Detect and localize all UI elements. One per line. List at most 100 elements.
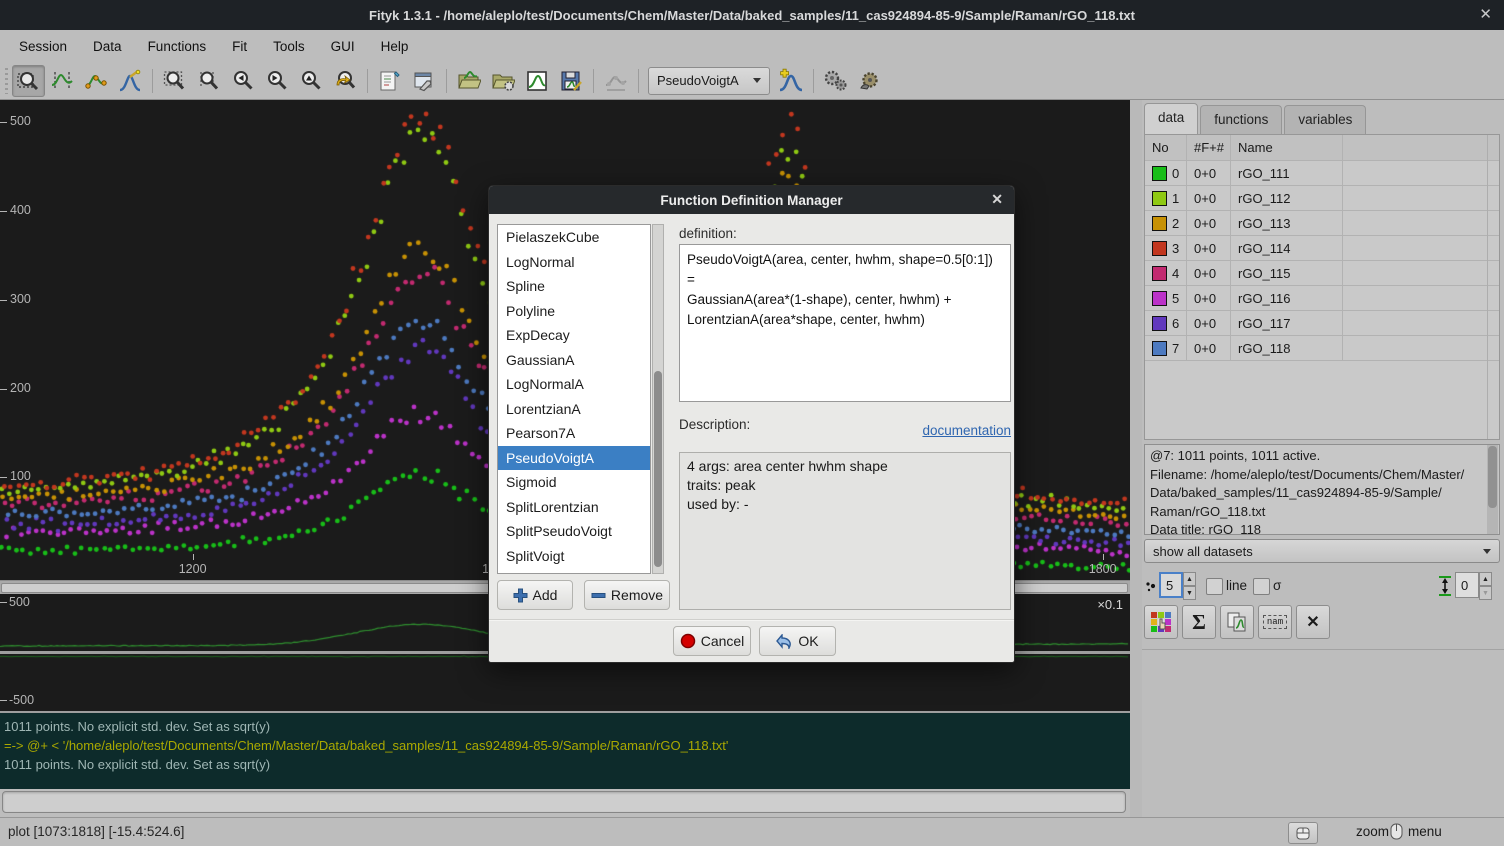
table-row[interactable]: 20+0rGO_113: [1145, 211, 1499, 236]
tab-data[interactable]: data: [1144, 103, 1198, 134]
cancel-button[interactable]: Cancel: [673, 626, 751, 656]
dataset-func-count-cell[interactable]: 0+0: [1187, 286, 1231, 310]
function-list-item[interactable]: LorentzianA: [498, 397, 650, 422]
rename-button[interactable]: nam: [1258, 605, 1292, 639]
zoom-all-button[interactable]: [159, 65, 192, 97]
dataset-no-cell[interactable]: 0: [1145, 161, 1187, 185]
table-scrollbar-gutter[interactable]: [1487, 135, 1499, 439]
spin-down-icon[interactable]: ▼: [1183, 586, 1196, 600]
delete-dataset-button[interactable]: ✕: [1296, 605, 1330, 639]
function-list-item[interactable]: ExpDecay: [498, 323, 650, 348]
tab-functions[interactable]: functions: [1200, 105, 1282, 134]
definition-textarea[interactable]: PseudoVoigtA(area, center, hwhm, shape=0…: [679, 244, 1011, 402]
open-data-button[interactable]: [453, 65, 486, 97]
table-row[interactable]: 10+0rGO_112: [1145, 186, 1499, 211]
menu-tools[interactable]: Tools: [260, 35, 318, 58]
dataset-func-count-cell[interactable]: 0+0: [1187, 211, 1231, 235]
dataset-no-cell[interactable]: 4: [1145, 261, 1187, 285]
dataset-name-cell[interactable]: rGO_111: [1231, 161, 1343, 185]
function-list-item[interactable]: GaussianA: [498, 348, 650, 373]
dataset-no-cell[interactable]: 2: [1145, 211, 1187, 235]
column-header[interactable]: Name: [1231, 135, 1343, 160]
toolbar-grip[interactable]: [5, 68, 8, 94]
window-titlebar[interactable]: Fityk 1.3.1 - /home/aleplo/test/Document…: [0, 0, 1504, 30]
dataset-color-swatch[interactable]: [1152, 291, 1167, 306]
dataset-colors-button[interactable]: [1144, 605, 1178, 639]
dataset-name-cell[interactable]: rGO_117: [1231, 311, 1343, 335]
dataset-name-cell[interactable]: rGO_116: [1231, 286, 1343, 310]
dataset-no-cell[interactable]: 6: [1145, 311, 1187, 335]
dataset-func-count-cell[interactable]: 0+0: [1187, 311, 1231, 335]
dataset-func-count-cell[interactable]: 0+0: [1187, 186, 1231, 210]
scroll-right-button[interactable]: [261, 65, 294, 97]
dataset-color-swatch[interactable]: [1152, 191, 1167, 206]
function-list-item[interactable]: Polyline: [498, 299, 650, 324]
save-image-button[interactable]: [555, 65, 588, 97]
tab-variables[interactable]: variables: [1284, 105, 1366, 134]
menu-data[interactable]: Data: [80, 35, 135, 58]
function-list-item[interactable]: LogNormalA: [498, 372, 650, 397]
dialog-close-icon[interactable]: ✕: [991, 191, 1003, 208]
column-header[interactable]: [1343, 135, 1499, 160]
dataset-no-cell[interactable]: 1: [1145, 186, 1187, 210]
dataset-color-swatch[interactable]: [1152, 316, 1167, 331]
function-list-item[interactable]: Pearson7A: [498, 421, 650, 446]
command-input[interactable]: [2, 791, 1126, 813]
menu-session[interactable]: Session: [6, 35, 80, 58]
function-list-item[interactable]: SplitPseudoVoigt: [498, 519, 650, 544]
dataset-name-cell[interactable]: rGO_112: [1231, 186, 1343, 210]
fit-continue-button[interactable]: [853, 65, 886, 97]
function-list-item[interactable]: SplitVoigt: [498, 544, 650, 569]
script-log-button[interactable]: [374, 65, 407, 97]
spin-down-icon[interactable]: ▼: [1479, 586, 1492, 600]
scrollbar-thumb[interactable]: [1488, 446, 1497, 508]
dataset-color-swatch[interactable]: [1152, 266, 1167, 281]
dataset-color-swatch[interactable]: [1152, 241, 1167, 256]
function-list-item[interactable]: PseudoVoigtA: [498, 446, 650, 471]
column-header[interactable]: No: [1145, 135, 1187, 160]
table-row[interactable]: 60+0rGO_117: [1145, 311, 1499, 336]
dataset-color-swatch[interactable]: [1152, 216, 1167, 231]
shift-input[interactable]: 0: [1455, 572, 1479, 598]
save-session-button[interactable]: [521, 65, 554, 97]
fit-run-button[interactable]: [819, 65, 852, 97]
copy-function-button[interactable]: [1220, 605, 1254, 639]
remove-button[interactable]: Remove: [584, 580, 670, 610]
auto-add-peak-button[interactable]: [774, 65, 807, 97]
line-checkbox[interactable]: [1206, 578, 1223, 595]
dataset-func-count-cell[interactable]: 0+0: [1187, 336, 1231, 360]
sigma-checkbox[interactable]: [1253, 578, 1270, 595]
dataset-name-cell[interactable]: rGO_114: [1231, 236, 1343, 260]
dialog-titlebar[interactable]: Function Definition Manager ✕: [489, 186, 1014, 214]
function-list-item[interactable]: PielaszekCube: [498, 225, 650, 250]
point-size-input[interactable]: 5: [1159, 572, 1183, 598]
table-row[interactable]: 40+0rGO_115: [1145, 261, 1499, 286]
open-data-custom-button[interactable]: [487, 65, 520, 97]
dataset-func-count-cell[interactable]: 0+0: [1187, 261, 1231, 285]
menu-fit[interactable]: Fit: [219, 35, 260, 58]
gui-config-button[interactable]: [408, 65, 441, 97]
dataset-name-cell[interactable]: rGO_118: [1231, 336, 1343, 360]
scrollbar-thumb[interactable]: [654, 371, 662, 567]
function-list-item[interactable]: SplitLorentzian: [498, 495, 650, 520]
function-type-combo[interactable]: PseudoVoigtA: [648, 67, 770, 95]
window-close-icon[interactable]: ✕: [1479, 5, 1492, 23]
sum-button[interactable]: Σ: [1182, 605, 1216, 639]
ok-button[interactable]: OK: [759, 626, 836, 656]
function-list-item[interactable]: Sigmoid: [498, 470, 650, 495]
zoom-vertical-button[interactable]: [193, 65, 226, 97]
spin-up-icon[interactable]: ▲: [1183, 572, 1196, 586]
documentation-link[interactable]: documentation: [679, 423, 1011, 438]
spin-up-icon[interactable]: ▲: [1479, 572, 1492, 586]
dataset-name-cell[interactable]: rGO_113: [1231, 211, 1343, 235]
table-row[interactable]: 70+0rGO_118: [1145, 336, 1499, 361]
dataset-color-swatch[interactable]: [1152, 341, 1167, 356]
strip-background-button[interactable]: [600, 65, 633, 97]
vertical-splitter[interactable]: [1130, 100, 1142, 817]
scroll-up-button[interactable]: [295, 65, 328, 97]
function-list-item[interactable]: Spline: [498, 274, 650, 299]
menu-help[interactable]: Help: [368, 35, 422, 58]
column-header[interactable]: #F+#: [1187, 135, 1231, 160]
dataset-color-swatch[interactable]: [1152, 166, 1167, 181]
dataset-no-cell[interactable]: 7: [1145, 336, 1187, 360]
